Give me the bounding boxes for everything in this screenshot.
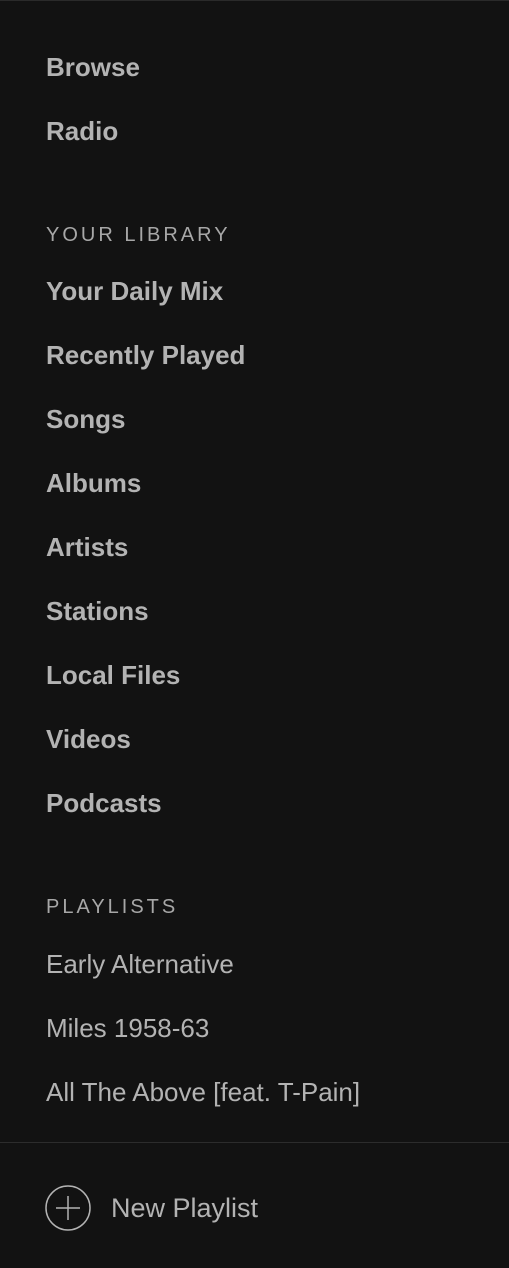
library-item-albums[interactable]: Albums (46, 466, 141, 500)
library-item-your-daily-mix[interactable]: Your Daily Mix (46, 274, 223, 308)
plus-circle-icon (45, 1185, 91, 1231)
library-section-header: YOUR LIBRARY (46, 224, 231, 246)
library-item-artists[interactable]: Artists (46, 530, 128, 564)
library-item-stations[interactable]: Stations (46, 594, 149, 628)
library-item-songs[interactable]: Songs (46, 402, 125, 436)
playlist-item-miles-1958-63[interactable]: Miles 1958-63 (46, 1011, 209, 1045)
library-item-recently-played[interactable]: Recently Played (46, 338, 245, 372)
sidebar: Browse Radio YOUR LIBRARY Your Daily Mix… (0, 0, 509, 1268)
playlist-item-early-alternative[interactable]: Early Alternative (46, 947, 234, 981)
nav-radio[interactable]: Radio (46, 114, 118, 148)
new-playlist-button[interactable]: New Playlist (45, 1185, 258, 1231)
new-playlist-label: New Playlist (111, 1193, 259, 1223)
library-item-podcasts[interactable]: Podcasts (46, 786, 162, 820)
footer-divider (0, 1142, 509, 1143)
playlist-item-all-the-above[interactable]: All The Above [feat. T-Pain] (46, 1075, 360, 1109)
playlists-section-header: PLAYLISTS (46, 896, 179, 918)
nav-browse[interactable]: Browse (46, 50, 140, 84)
library-item-local-files[interactable]: Local Files (46, 658, 180, 692)
library-item-videos[interactable]: Videos (46, 722, 131, 756)
